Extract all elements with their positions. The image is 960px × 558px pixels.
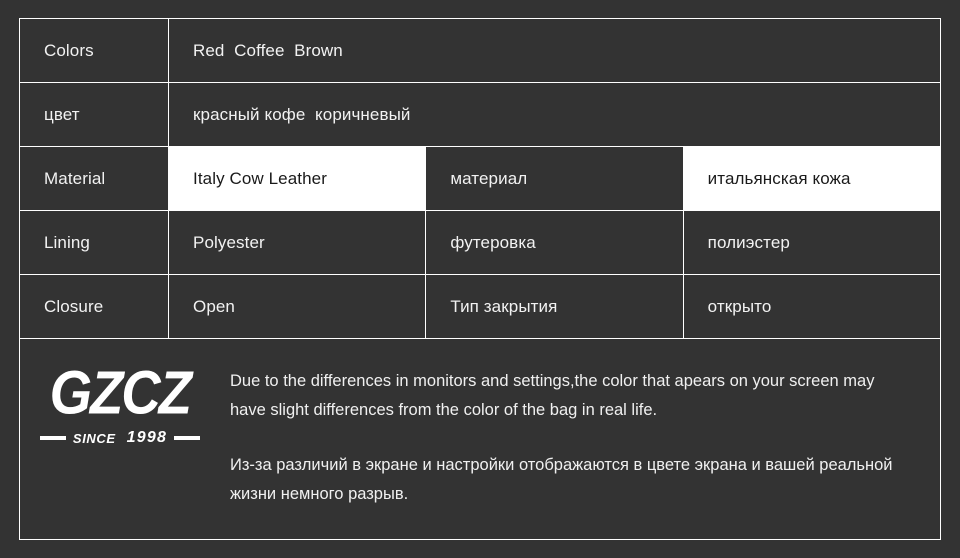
spec-value-material: Italy Cow Leather: [167, 146, 427, 211]
spec-value-lining-ru: полиэстер: [682, 210, 942, 275]
brand-logo-tagline: SINCE 1998: [39, 429, 201, 447]
table-row: Lining Polyester футеровка полиэстер: [19, 210, 942, 275]
spec-value-colors-ru: красный кофе коричневый: [168, 82, 941, 147]
spec-label-lining-ru: футеровка: [425, 210, 684, 275]
disclaimer-note-ru: Из-за различий в экране и настройки отоб…: [230, 456, 893, 503]
spec-label-material: Material: [19, 146, 169, 211]
spec-value-closure-ru: открыто: [682, 274, 942, 339]
table-row: Closure Open Тип закрытия открыто: [19, 274, 942, 339]
brand-since-label: SINCE: [72, 430, 116, 446]
spec-label-closure-ru: Тип закрытия: [425, 274, 684, 339]
spec-label-closure: Closure: [19, 274, 169, 339]
spec-value-lining: Polyester: [167, 210, 427, 275]
spec-value-closure: Open: [167, 274, 427, 339]
disclaimer-panel: GZCZ SINCE 1998 Due to the differences i…: [19, 338, 941, 540]
product-spec-panel: Colors Red Coffee Brown цвет красный коф…: [0, 0, 960, 558]
brand-logo: GZCZ SINCE 1998: [20, 339, 220, 447]
specification-table: Colors Red Coffee Brown цвет красный коф…: [19, 18, 942, 339]
brand-since-year: 1998: [126, 429, 168, 446]
spec-label-colors-ru: цвет: [19, 82, 169, 147]
spec-value-colors: Red Coffee Brown: [168, 18, 941, 83]
disclaimer-notes: Due to the differences in monitors and s…: [220, 339, 940, 509]
spec-label-lining: Lining: [19, 210, 169, 275]
rule-left-icon: [39, 436, 66, 440]
brand-logo-wordmark: GZCZ: [49, 359, 192, 428]
disclaimer-note-en: Due to the differences in monitors and s…: [230, 372, 875, 419]
table-row: цвет красный кофе коричневый: [19, 82, 941, 147]
table-row: Material Italy Cow Leather материал итал…: [19, 146, 942, 211]
spec-label-colors: Colors: [19, 18, 169, 83]
rule-right-icon: [174, 436, 201, 440]
table-row: Colors Red Coffee Brown: [19, 18, 941, 83]
spec-value-material-ru: итальянская кожа: [682, 146, 942, 211]
spec-label-material-ru: материал: [425, 146, 684, 211]
